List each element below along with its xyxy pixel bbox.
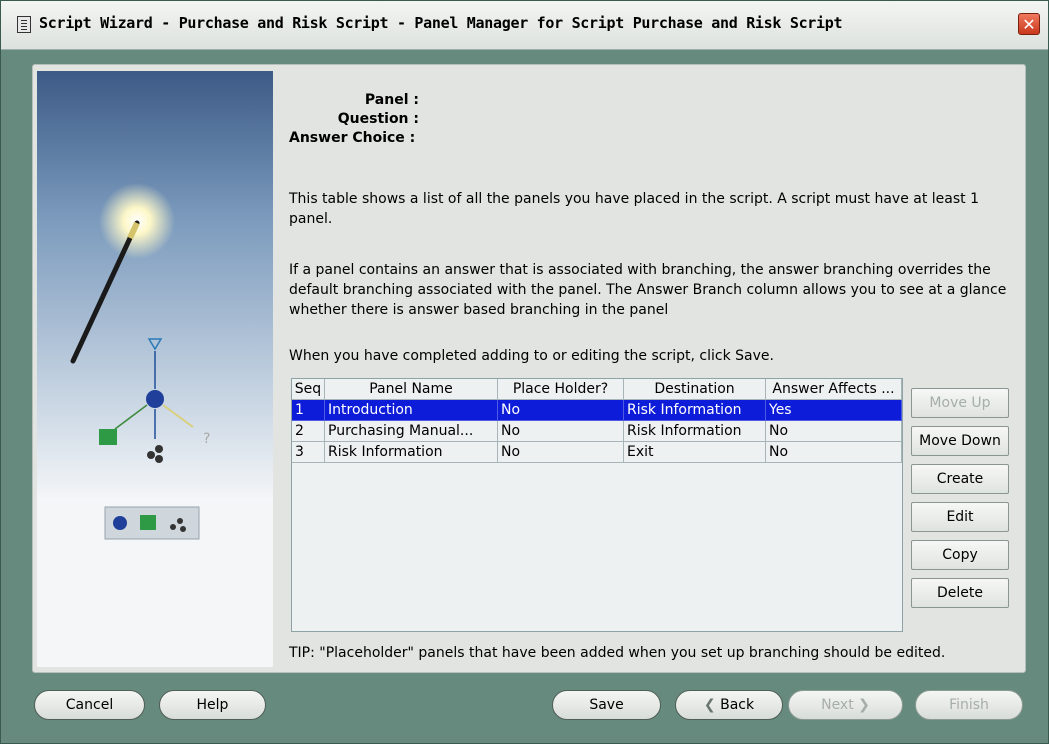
column-header-panel-name[interactable]: Panel Name bbox=[325, 379, 498, 400]
object-type-icons bbox=[104, 506, 200, 540]
wizard-illustration: ? bbox=[37, 71, 273, 667]
title-bar: Script Wizard - Purchase and Risk Script… bbox=[1, 1, 1048, 50]
magic-wand-icon bbox=[70, 183, 175, 364]
branching-text: If a panel contains an answer that is as… bbox=[289, 262, 1007, 318]
cell-panel-name: Risk Information bbox=[325, 442, 498, 463]
panel-manager-content: Panel : Question : Answer Choice : This … bbox=[289, 65, 1025, 672]
panels-table[interactable]: Seq Panel Name Place Holder? Destination… bbox=[291, 378, 903, 632]
cell-panel-name: Purchasing Manual... bbox=[325, 421, 498, 442]
column-header-place-holder[interactable]: Place Holder? bbox=[498, 379, 624, 400]
cell-place-holder: No bbox=[498, 421, 624, 442]
document-icon bbox=[17, 16, 31, 33]
table-header: Seq Panel Name Place Holder? Destination… bbox=[292, 379, 902, 400]
window-title: Script Wizard - Purchase and Risk Script… bbox=[39, 14, 843, 32]
edit-button[interactable]: Edit bbox=[911, 502, 1009, 532]
tip-text: TIP: "Placeholder" panels that have been… bbox=[289, 645, 946, 661]
close-button[interactable]: ✕ bbox=[1018, 13, 1040, 35]
wizard-panel: ? Panel : Question : Answer Choice : Thi… bbox=[32, 64, 1026, 673]
cell-destination: Risk Information bbox=[624, 400, 766, 421]
intro-text: This table shows a list of all the panel… bbox=[289, 191, 980, 227]
cell-answer-affects: No bbox=[766, 442, 902, 463]
cell-place-holder: No bbox=[498, 400, 624, 421]
script-wizard-window: Script Wizard - Purchase and Risk Script… bbox=[0, 0, 1049, 744]
back-label: Back bbox=[720, 697, 755, 713]
copy-button[interactable]: Copy bbox=[911, 540, 1009, 570]
chevron-right-icon: ❯ bbox=[853, 697, 870, 713]
next-button[interactable]: Next ❯ bbox=[788, 690, 903, 720]
cell-seq: 2 bbox=[292, 421, 325, 442]
svg-text:?: ? bbox=[203, 431, 210, 447]
answer-choice-label: Answer Choice : bbox=[289, 130, 416, 146]
close-icon: ✕ bbox=[1022, 15, 1036, 34]
finish-button[interactable]: Finish bbox=[915, 690, 1023, 720]
save-instruction: When you have completed adding to or edi… bbox=[289, 348, 774, 364]
cell-seq: 1 bbox=[292, 400, 325, 421]
column-header-seq[interactable]: Seq bbox=[292, 379, 325, 400]
cell-answer-affects: No bbox=[766, 421, 902, 442]
save-button[interactable]: Save bbox=[552, 690, 661, 720]
delete-button[interactable]: Delete bbox=[911, 578, 1009, 608]
cell-destination: Risk Information bbox=[624, 421, 766, 442]
cell-panel-name: Introduction bbox=[325, 400, 498, 421]
branching-flow-icon: ? bbox=[99, 338, 210, 463]
cell-seq: 3 bbox=[292, 442, 325, 463]
move-down-button[interactable]: Move Down bbox=[911, 426, 1009, 456]
help-button[interactable]: Help bbox=[159, 690, 266, 720]
table-row[interactable]: 1 Introduction No Risk Information Yes bbox=[292, 400, 902, 421]
cell-destination: Exit bbox=[624, 442, 766, 463]
column-header-destination[interactable]: Destination bbox=[624, 379, 766, 400]
create-button[interactable]: Create bbox=[911, 464, 1009, 494]
back-button[interactable]: ❮ Back bbox=[675, 690, 783, 720]
cell-answer-affects: Yes bbox=[766, 400, 902, 421]
panel-label: Panel : bbox=[364, 92, 419, 108]
cancel-button[interactable]: Cancel bbox=[34, 690, 145, 720]
cell-place-holder: No bbox=[498, 442, 624, 463]
table-row[interactable]: 2 Purchasing Manual... No Risk Informati… bbox=[292, 421, 902, 442]
question-label: Question : bbox=[337, 111, 419, 127]
next-label: Next bbox=[821, 697, 854, 713]
chevron-left-icon: ❮ bbox=[703, 697, 721, 713]
move-up-button[interactable]: Move Up bbox=[911, 388, 1009, 418]
column-header-answer-affects[interactable]: Answer Affects ... bbox=[766, 379, 902, 400]
table-row[interactable]: 3 Risk Information No Exit No bbox=[292, 442, 902, 463]
